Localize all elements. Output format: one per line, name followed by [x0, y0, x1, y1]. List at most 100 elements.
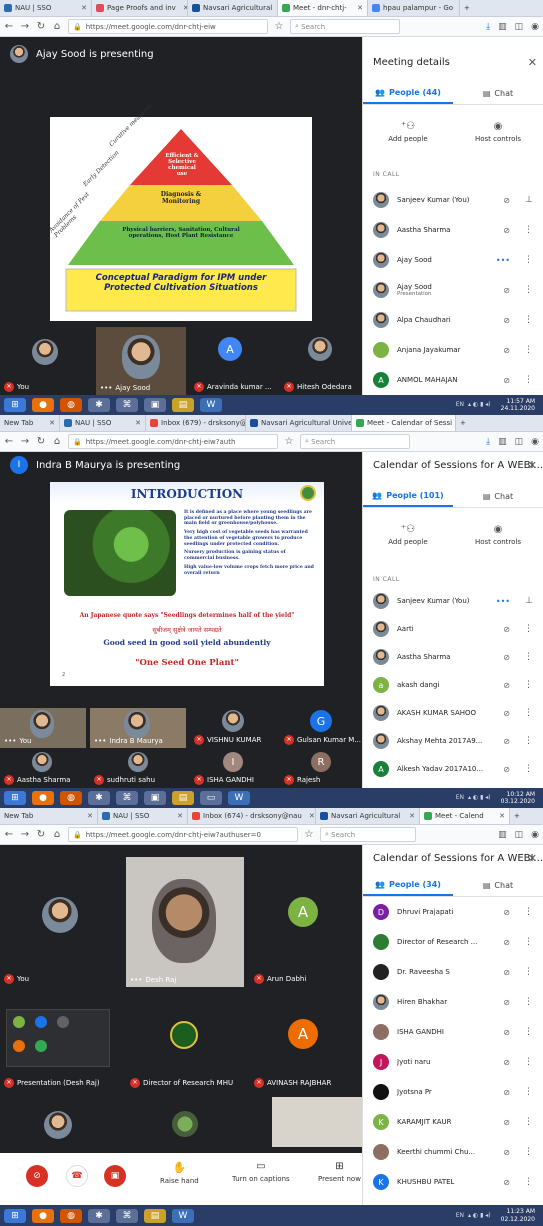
tab-nau-sso[interactable]: NAU | SSO ✕	[0, 0, 92, 16]
word-icon[interactable]: W	[200, 398, 222, 412]
participant-row[interactable]: Jyotsna Pr ⊘ ⋮	[363, 1079, 543, 1105]
participant-row[interactable]: a akash dangi ⊘ ⋮	[363, 672, 543, 698]
start-icon[interactable]: ⊞	[4, 791, 26, 805]
tile-gulsan[interactable]: G ✕ Gulsan Kumar M...	[280, 708, 362, 748]
participant-row[interactable]: Hiren Bhakhar ⊘ ⋮	[363, 989, 543, 1015]
participant-row[interactable]: A ANMOL MAHAJAN ⊘ ⋮	[363, 367, 543, 393]
more-icon[interactable]: ⋮	[524, 225, 533, 235]
start-icon[interactable]: ⊞	[4, 1208, 26, 1223]
tab-people[interactable]: 👥 People (34)	[363, 875, 453, 896]
tab-meet[interactable]: Meet - Calendar of Sessi✕	[352, 415, 456, 431]
participant-row[interactable]: Akshay Mehta 2017A9... ⊘ ⋮	[363, 728, 543, 754]
search-input[interactable]: ⌕ Search	[320, 827, 416, 842]
star-icon[interactable]: ☆	[304, 829, 314, 840]
close-icon[interactable]: ✕	[173, 812, 183, 820]
download-icon[interactable]: ⤓	[486, 437, 490, 447]
pin-icon[interactable]: ⊥	[525, 195, 533, 205]
add-people-button[interactable]: ⁺⚇ Add people	[363, 524, 453, 546]
tab-meet[interactable]: Meet - Calend ✕	[420, 808, 510, 824]
tab-people[interactable]: 👥 People (101)	[363, 486, 453, 507]
word-icon[interactable]: W	[228, 791, 250, 805]
participant-row[interactable]: Director of Research ... ⊘ ⋮	[363, 929, 543, 955]
more-icon[interactable]: ⋮	[524, 345, 533, 355]
tab-page-proofs[interactable]: Page Proofs and inv✕	[92, 0, 188, 16]
tile-vishnu[interactable]: ✕ VISHNU KUMAR	[190, 708, 276, 748]
close-icon[interactable]: ✕	[495, 812, 505, 820]
camera-toggle-button[interactable]: ▣	[104, 1165, 126, 1187]
participant-row[interactable]: Keerthi chummi Chu... ⊘ ⋮	[363, 1139, 543, 1165]
present-now-button[interactable]: ⊞ Present now	[318, 1161, 361, 1183]
star-icon[interactable]: ☆	[274, 21, 284, 32]
tab-meet[interactable]: Meet - dnr-chtj- ✕	[278, 0, 368, 16]
reload-icon[interactable]: ↻	[36, 21, 46, 32]
leave-call-button[interactable]: ☎	[66, 1165, 88, 1187]
close-icon[interactable]: ✕	[131, 419, 141, 427]
participant-row[interactable]: Aarti ⊘ ⋮	[363, 616, 543, 642]
network-icon[interactable]: ⌘	[116, 1208, 138, 1223]
close-icon[interactable]: ✕	[528, 459, 537, 472]
participant-row[interactable]: Sanjeev Kumar (You) ⊘ ⊥	[363, 187, 543, 213]
tab-nau-sso[interactable]: NAU | SSO ✕	[60, 415, 146, 431]
back-icon[interactable]: ←	[4, 436, 14, 447]
sidebar-icon[interactable]: ◫	[515, 22, 524, 32]
more-icon[interactable]: ⋮	[524, 1147, 533, 1157]
close-icon[interactable]: ✕	[305, 812, 315, 820]
participant-row[interactable]: J Jyoti naru ⊘ ⋮	[363, 1049, 543, 1075]
download-icon[interactable]: ⤓	[486, 22, 490, 32]
tab-people[interactable]: 👥 People (44)	[363, 83, 453, 104]
app-icon[interactable]: ✱	[88, 398, 110, 412]
forward-icon[interactable]: →	[20, 436, 30, 447]
more-icon[interactable]: ⋮	[524, 1087, 533, 1097]
home-icon[interactable]: ⌂	[52, 829, 62, 840]
tile-indra[interactable]: ••• Indra B Maurya	[90, 708, 186, 748]
participant-row[interactable]: Aastha Sharma ⊘ ⋮	[363, 644, 543, 670]
firefox-icon[interactable]: ◍	[60, 791, 82, 805]
tab-inbox[interactable]: Inbox (679) - drsksony@✕	[146, 415, 246, 431]
more-icon[interactable]: ⋮	[524, 1177, 533, 1187]
more-icon[interactable]: ⋮	[524, 764, 533, 774]
tab-new[interactable]: New Tab ✕	[0, 808, 98, 824]
tab-chat[interactable]: ▤ Chat	[453, 83, 543, 104]
more-icon[interactable]: ⋮	[524, 255, 533, 265]
tab-chat[interactable]: ▤ Chat	[453, 486, 543, 507]
participant-row[interactable]: A Alkesh Yadav 2017A10... ⊘ ⋮	[363, 756, 543, 782]
address-bar[interactable]: 🔒 https://meet.google.com/dnr-chtj-eiw	[68, 19, 268, 34]
tab-new[interactable]: New Tab ✕	[0, 415, 60, 431]
library-icon[interactable]: ▥	[498, 830, 507, 840]
participant-row[interactable]: Anjana Jayakumar ⊘ ⋮	[363, 337, 543, 363]
close-icon[interactable]: ✕	[528, 852, 537, 865]
participant-row[interactable]: Sanjeev Kumar (You) ••• ⊥	[363, 588, 543, 614]
tab-chat[interactable]: ▤ Chat	[453, 875, 543, 896]
close-icon[interactable]: ✕	[528, 56, 537, 69]
app-icon[interactable]: ●	[32, 791, 54, 805]
close-icon[interactable]: ✕	[83, 812, 93, 820]
host-controls-button[interactable]: ◉ Host controls	[453, 121, 543, 143]
sidebar-icon[interactable]: ◫	[515, 830, 524, 840]
tile-aastha[interactable]: ✕ Aastha Sharma	[0, 750, 86, 788]
account-icon[interactable]: ◉	[531, 830, 539, 840]
more-icon[interactable]: ⋮	[524, 285, 533, 295]
app-icon[interactable]: ●	[32, 1208, 54, 1223]
tab-navsari[interactable]: Navsari Agricultural Univers✕	[246, 415, 352, 431]
close-icon[interactable]: ✕	[179, 4, 187, 12]
participant-row[interactable]: Aastha Sharma ⊘ ⋮	[363, 217, 543, 243]
more-icon[interactable]: ⋮	[524, 708, 533, 718]
more-icon[interactable]: ⋮	[524, 624, 533, 634]
reload-icon[interactable]: ↻	[36, 829, 46, 840]
more-icon[interactable]: ⋮	[524, 907, 533, 917]
app-icon[interactable]: ✱	[88, 1208, 110, 1223]
tile-rajesh[interactable]: R ✕ Rajesh	[280, 750, 362, 788]
home-icon[interactable]: ⌂	[52, 436, 62, 447]
more-icon[interactable]: ⋮	[524, 997, 533, 1007]
participant-row[interactable]: Ajay Sood Presentation ⊘ ⋮	[363, 277, 543, 303]
tile-avinash[interactable]: A ✕ AVINASH RAJBHAR	[250, 993, 362, 1091]
add-people-button[interactable]: ⁺⚇ Add people	[363, 121, 453, 143]
close-icon[interactable]: ✕	[77, 4, 87, 12]
tile-you[interactable]: ••• You	[0, 708, 86, 748]
new-tab-button[interactable]: +	[456, 415, 472, 431]
tile-participant[interactable]	[126, 1097, 244, 1147]
tab-hpau[interactable]: hpau palampur - Go✕	[368, 0, 460, 16]
firefox-icon[interactable]: ◍	[60, 398, 82, 412]
library-icon[interactable]: ▥	[498, 437, 507, 447]
reload-icon[interactable]: ↻	[36, 436, 46, 447]
